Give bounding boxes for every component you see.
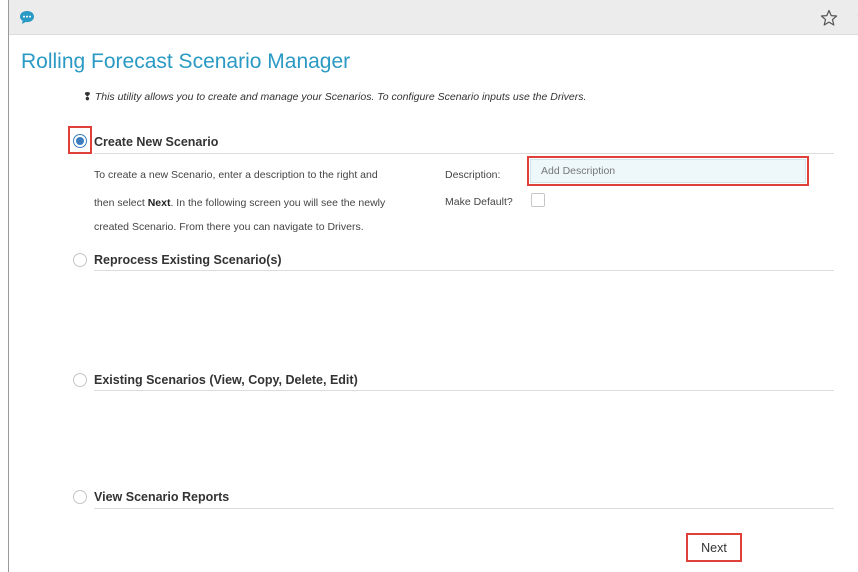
- next-button[interactable]: Next: [686, 533, 742, 562]
- info-text: This utility allows you to create and ma…: [94, 91, 587, 103]
- create-new-scenario-radio[interactable]: [73, 134, 87, 148]
- description-input[interactable]: [530, 159, 806, 183]
- window-left-border: [8, 0, 9, 572]
- make-default-checkbox[interactable]: [531, 193, 545, 207]
- reprocess-scenario-label[interactable]: Reprocess Existing Scenario(s): [94, 253, 282, 267]
- instructions-next-emphasis: Next: [147, 197, 171, 209]
- instructions-text: then select: [94, 197, 148, 209]
- description-label: Description:: [445, 169, 501, 181]
- chat-bubble-icon[interactable]: [19, 10, 35, 25]
- existing-scenarios-radio[interactable]: [73, 373, 87, 387]
- create-instructions-line1: To create a new Scenario, enter a descri…: [94, 169, 378, 181]
- instructions-text: . In the following screen you will see t…: [170, 197, 386, 209]
- create-new-scenario-label[interactable]: Create New Scenario: [94, 135, 218, 149]
- create-instructions-line3: created Scenario. From there you can nav…: [94, 221, 364, 233]
- existing-scenarios-label[interactable]: Existing Scenarios (View, Copy, Delete, …: [94, 373, 358, 387]
- section-divider: [94, 270, 834, 271]
- reprocess-scenario-radio[interactable]: [73, 253, 87, 267]
- section-divider: [94, 390, 834, 391]
- top-toolbar: ?: [9, 0, 858, 35]
- star-icon[interactable]: [820, 9, 838, 27]
- section-divider: [94, 508, 834, 509]
- create-instructions-line2: then select Next. In the following scree…: [94, 197, 385, 209]
- view-reports-radio[interactable]: [73, 490, 87, 504]
- make-default-label: Make Default?: [445, 196, 513, 208]
- info-message: ❢ This utility allows you to create and m…: [83, 91, 586, 103]
- info-icon: ❢: [83, 91, 92, 103]
- section-divider: [94, 153, 834, 154]
- page-title: Rolling Forecast Scenario Manager: [21, 50, 351, 73]
- view-reports-label[interactable]: View Scenario Reports: [94, 490, 229, 504]
